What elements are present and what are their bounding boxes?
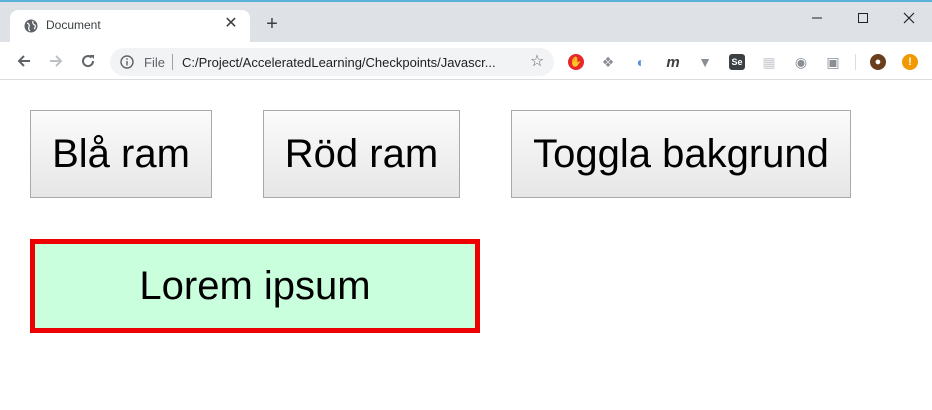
v-icon[interactable]: ▼	[697, 54, 713, 70]
close-window-button[interactable]	[886, 6, 932, 30]
lorem-text: Lorem ipsum	[139, 263, 371, 308]
arrow-left-icon	[17, 55, 30, 67]
alert-icon[interactable]: !	[902, 54, 918, 70]
avatar-icon[interactable]: ●	[870, 54, 886, 70]
back-button[interactable]	[14, 51, 34, 71]
forward-button[interactable]	[46, 51, 66, 71]
tab-strip: Document ✕ +	[0, 2, 932, 42]
compass-icon[interactable]: ◐	[633, 54, 649, 70]
tab-title: Document	[46, 18, 101, 32]
maximize-button[interactable]	[840, 6, 886, 30]
m-icon[interactable]: m	[665, 54, 681, 71]
bookmark-star-icon[interactable]: ☆	[528, 53, 546, 71]
reload-icon	[82, 55, 95, 68]
tab-close-icon[interactable]: ✕	[222, 15, 240, 33]
toggle-background-button[interactable]: Toggla bakgrund	[511, 110, 851, 198]
page-content: Blå ram Röd ram Toggla bakgrund Lorem ip…	[0, 81, 932, 410]
adblock-icon[interactable]: ✋	[568, 54, 584, 70]
info-icon[interactable]	[120, 55, 134, 69]
toolbar-divider	[855, 54, 856, 70]
arrow-right-icon	[50, 55, 63, 67]
url-text[interactable]: C:/Project/AcceleratedLearning/Checkpoin…	[182, 55, 496, 70]
red-frame-button[interactable]: Röd ram	[263, 110, 460, 198]
reload-button[interactable]	[78, 51, 98, 71]
window-icon[interactable]: ▣	[825, 54, 841, 70]
browser-window: Document ✕ + File C:/Project/Accelerated…	[0, 0, 932, 410]
dropbox-icon[interactable]: ❖	[600, 54, 616, 70]
blue-frame-button[interactable]: Blå ram	[30, 110, 212, 198]
close-icon	[903, 12, 915, 24]
tab-document[interactable]: Document ✕	[10, 10, 250, 42]
minimize-button[interactable]	[794, 6, 840, 30]
maximize-icon	[858, 13, 868, 23]
selenium-icon[interactable]: Se	[729, 54, 745, 70]
address-bar[interactable]: File C:/Project/AcceleratedLearning/Chec…	[110, 48, 554, 76]
grid-icon[interactable]: ▦	[761, 54, 777, 70]
lorem-box: Lorem ipsum	[30, 239, 480, 333]
address-divider	[172, 54, 173, 70]
new-tab-button[interactable]: +	[262, 14, 282, 34]
minimize-icon	[812, 17, 822, 19]
scheme-label: File	[144, 55, 165, 70]
globe-icon	[24, 19, 38, 33]
browser-toolbar: File C:/Project/AcceleratedLearning/Chec…	[0, 42, 932, 80]
camera-icon[interactable]: ◉	[793, 54, 809, 70]
